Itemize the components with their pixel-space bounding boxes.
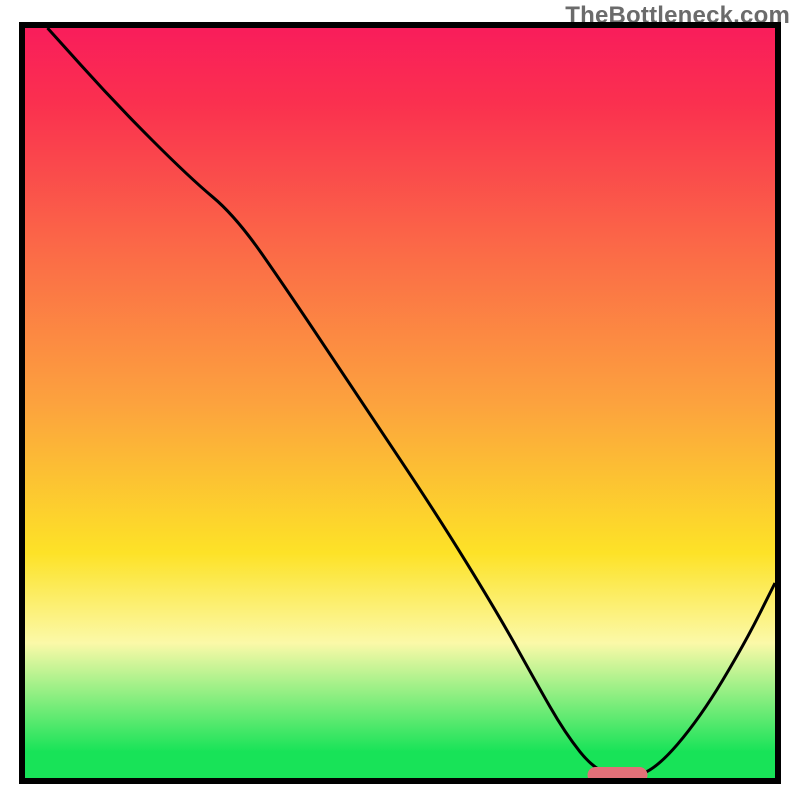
bottleneck-chart — [0, 0, 800, 800]
plot-area — [22, 25, 778, 783]
gradient-background — [25, 28, 775, 778]
chart-container: TheBottleneck.com — [0, 0, 800, 800]
